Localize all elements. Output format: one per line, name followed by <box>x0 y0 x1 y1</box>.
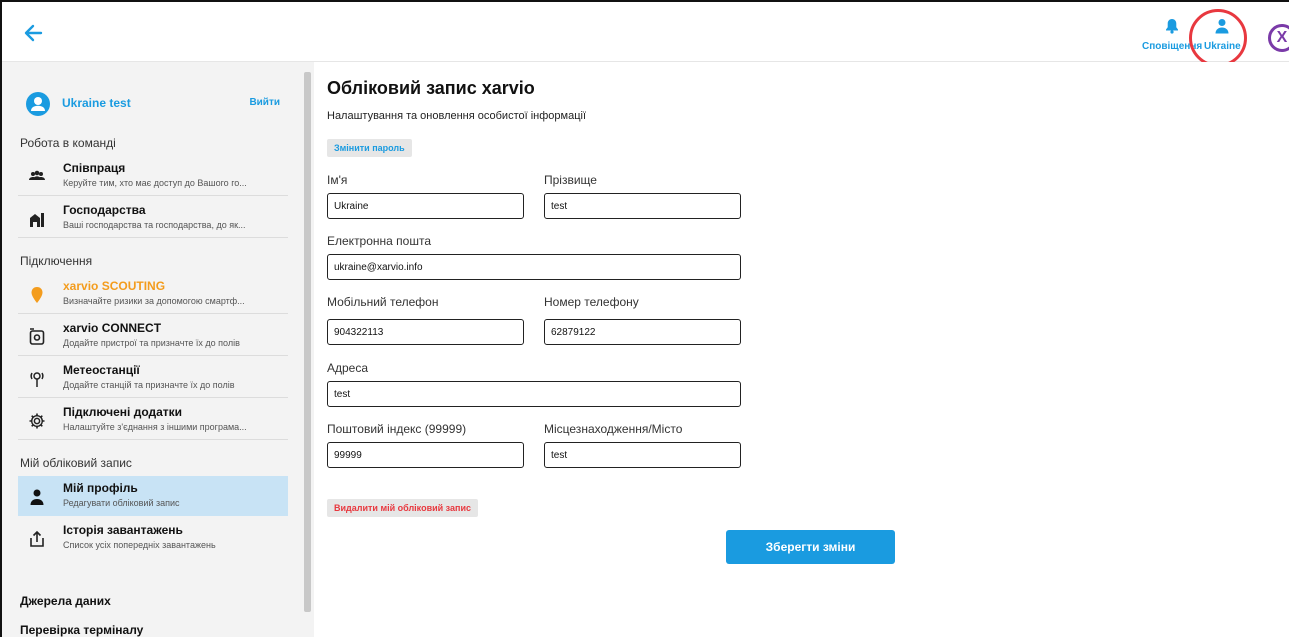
delete-account-button[interactable]: Видалити мій обліковий запис <box>327 499 478 517</box>
sidebar-item-subtitle: Ваші господарства та господарства, до як… <box>63 220 246 230</box>
sidebar-item-title: xarvio CONNECT <box>63 321 162 335</box>
people-icon <box>28 168 46 186</box>
weather-station-icon <box>28 370 46 388</box>
change-password-button[interactable]: Змінити пароль <box>327 139 412 157</box>
sidebar: Ukraine test Вийти Робота в команді Спів… <box>2 62 302 637</box>
user-icon <box>28 488 46 506</box>
sidebar-item-subtitle: Визначайте ризики за допомогою смартф... <box>63 296 245 306</box>
sidebar-item-subtitle: Список усіх попередніх завантажень <box>63 540 216 550</box>
sidebar-item-collaboration[interactable]: Співпраця Керуйте тим, хто має доступ до… <box>18 156 288 196</box>
sidebar-item-subtitle: Редагувати обліковий запис <box>63 498 180 508</box>
postal-code-label: Поштовий індекс (99999) <box>327 422 467 436</box>
sidebar-item-connect[interactable]: xarvio CONNECT Додайте пристрої та призн… <box>18 316 288 356</box>
section-connections: Підключення <box>20 254 93 268</box>
sidebar-item-title: Мій профіль <box>63 481 138 495</box>
email-field[interactable] <box>327 254 741 280</box>
sidebar-item-title: xarvio SCOUTING <box>63 279 166 293</box>
city-field[interactable] <box>544 442 741 468</box>
top-bar: Сповіщення Ukraine X <box>2 2 1289 67</box>
first-name-field[interactable] <box>327 193 524 219</box>
logout-link[interactable]: Вийти <box>249 97 280 108</box>
postal-code-field[interactable] <box>327 442 524 468</box>
page-title: Обліковий запис xarvio <box>327 78 535 98</box>
sidebar-item-upload-history[interactable]: Історія завантажень Список усіх попередн… <box>18 518 288 558</box>
mobile-label: Мобільний телефон <box>327 295 439 309</box>
sidebar-item-subtitle: Додайте пристрої та призначте їх до полі… <box>63 338 240 348</box>
xarvio-logo-icon[interactable]: X <box>1268 24 1289 52</box>
city-label: Місцезнаходження/Місто <box>544 422 683 436</box>
app-window: Сповіщення Ukraine X Ukraine test Вийти … <box>0 0 1289 637</box>
location-pin-icon <box>28 286 46 304</box>
sidebar-item-connected-apps[interactable]: Підключені додатки Налаштуйте з'єднання … <box>18 400 288 440</box>
mobile-field[interactable] <box>327 319 524 345</box>
sidebar-item-my-profile[interactable]: Мій профіль Редагувати обліковий запис <box>18 476 288 516</box>
sidebar-item-title: Історія завантажень <box>63 523 183 537</box>
save-changes-button[interactable]: Зберегти зміни <box>726 530 895 564</box>
sidebar-item-title: Господарства <box>63 203 146 217</box>
scrollbar-thumb[interactable] <box>304 72 311 612</box>
data-sources-link[interactable]: Джерела даних <box>20 594 111 608</box>
upload-icon <box>28 530 46 548</box>
address-field[interactable] <box>327 381 741 407</box>
device-icon <box>28 328 46 346</box>
sidebar-item-scouting[interactable]: xarvio SCOUTING Визначайте ризики за доп… <box>18 274 288 314</box>
sidebar-item-title: Метеостанції <box>63 363 140 377</box>
sidebar-item-subtitle: Налаштуйте з'єднання з іншими програма..… <box>63 422 247 432</box>
phone-field[interactable] <box>544 319 741 345</box>
sidebar-item-subtitle: Додайте станцій та призначте їх до полів <box>63 380 235 390</box>
section-team: Робота в команді <box>20 136 116 150</box>
page-subtitle: Налаштування та оновлення особистої інфо… <box>327 110 587 122</box>
sidebar-item-title: Підключені додатки <box>63 405 183 419</box>
last-name-label: Прізвище <box>544 173 597 187</box>
sidebar-scrollbar[interactable] <box>302 62 314 637</box>
back-arrow-icon[interactable] <box>22 22 44 44</box>
sidebar-item-subtitle: Керуйте тим, хто має доступ до Вашого го… <box>63 178 247 188</box>
profile-name: Ukraine test <box>62 96 131 110</box>
sidebar-item-title: Співпраця <box>63 161 126 175</box>
sidebar-item-farms[interactable]: Господарства Ваші господарства та господ… <box>18 198 288 238</box>
last-name-field[interactable] <box>544 193 741 219</box>
section-account: Мій обліковий запис <box>20 456 132 470</box>
phone-label: Номер телефону <box>544 295 639 309</box>
highlight-circle <box>1189 9 1247 67</box>
first-name-label: Ім'я <box>327 173 348 187</box>
email-label: Електронна пошта <box>327 234 432 248</box>
address-label: Адреса <box>327 361 369 375</box>
main-content: Обліковий запис xarvio Налаштування та о… <box>314 62 1289 637</box>
sidebar-item-weather-stations[interactable]: Метеостанції Додайте станцій та призначт… <box>18 358 288 398</box>
farm-icon <box>28 210 46 228</box>
terminal-check-link[interactable]: Перевірка терміналу <box>20 623 143 637</box>
bell-icon <box>1165 18 1179 39</box>
avatar-icon <box>26 92 50 116</box>
gear-icon <box>28 412 46 430</box>
sidebar-profile: Ukraine test Вийти <box>26 92 288 116</box>
